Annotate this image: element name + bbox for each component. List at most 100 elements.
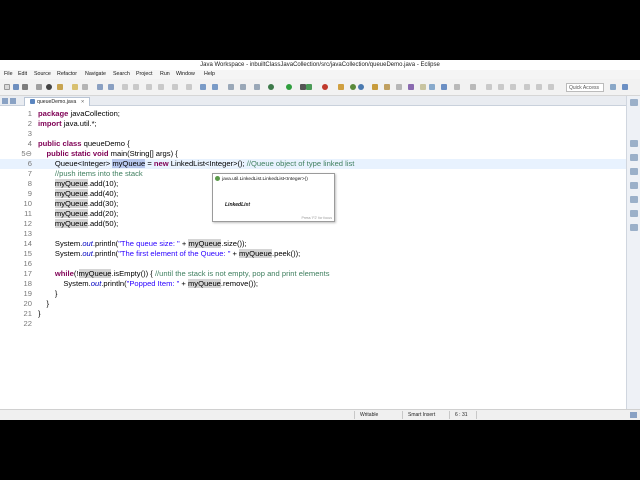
console-view-icon[interactable] [630, 210, 638, 217]
save-icon[interactable] [13, 84, 19, 90]
status-writable: Writable [360, 412, 379, 418]
show-whitespace-icon[interactable] [441, 84, 447, 90]
menu-run[interactable]: Run [160, 70, 170, 79]
drop-frame-icon[interactable] [254, 84, 260, 90]
back-history-icon[interactable] [498, 84, 504, 90]
navigate-back-icon[interactable] [524, 84, 530, 90]
skip-breakpoints-icon[interactable] [228, 84, 234, 90]
code-text: Queue<Integer> myQueue = new LinkedList<… [38, 159, 355, 168]
tab-queuedemo-java[interactable]: queueDemo.java ✕ [24, 97, 91, 106]
external-tools-icon[interactable] [322, 84, 328, 90]
outline-icon[interactable] [200, 84, 206, 90]
code-line-current: 6 Queue<Integer> myQueue = new LinkedLis… [0, 159, 626, 169]
autocomplete-item[interactable]: java.util.LinkedList.LinkedList<Integer>… [215, 176, 332, 184]
open-task-icon[interactable] [72, 84, 78, 90]
new-class-icon[interactable] [358, 84, 364, 90]
search-icon[interactable] [82, 84, 88, 90]
back-icon[interactable] [158, 84, 164, 90]
toggle-mark-icon[interactable] [97, 84, 103, 90]
status-separator [449, 411, 450, 419]
line-number: 18 [23, 279, 32, 288]
progress-icon[interactable] [630, 412, 637, 418]
outline-view-icon[interactable] [630, 140, 638, 147]
autocomplete-popup: java.util.LinkedList.LinkedList<Integer>… [212, 173, 335, 222]
open-declaration-icon[interactable] [384, 84, 390, 90]
next-annotation-icon[interactable] [133, 84, 139, 90]
toggle-comment-icon[interactable] [396, 84, 402, 90]
previous-annotation-icon[interactable] [470, 84, 476, 90]
last-edit-location-icon[interactable] [486, 84, 492, 90]
word-wrap-icon[interactable] [420, 84, 426, 90]
status-separator [476, 411, 477, 419]
code-line: 4 public class queueDemo { [0, 139, 626, 149]
open-type-hierarchy-icon[interactable] [372, 84, 378, 90]
progress-view-icon[interactable] [630, 224, 638, 231]
menu-source[interactable]: Source [34, 70, 51, 79]
toggle-block-icon[interactable] [108, 84, 114, 90]
status-insert-mode: Smart Insert [408, 412, 436, 418]
line-number: 8 [27, 179, 32, 188]
restore-icon[interactable] [630, 99, 638, 106]
pin-icon[interactable] [122, 84, 128, 90]
new-java-project-icon[interactable] [338, 84, 344, 90]
menu-search[interactable]: Search [113, 70, 130, 79]
line-number: 13 [23, 229, 32, 238]
code-editor[interactable]: 1 package javaCollection; 2 import java.ut… [0, 107, 626, 409]
print-icon[interactable] [36, 84, 42, 90]
line-number: 12 [23, 219, 32, 228]
java-perspective-icon[interactable] [622, 84, 628, 90]
run-icon[interactable] [286, 84, 292, 90]
line-number: 6 [27, 159, 32, 168]
minimize-icon[interactable] [2, 98, 8, 104]
line-number: 22 [23, 319, 32, 328]
debug-config-icon[interactable] [46, 84, 52, 90]
problems-view-icon[interactable] [630, 168, 638, 175]
navigate-forward-icon[interactable] [536, 84, 542, 90]
pin-editor-icon[interactable] [548, 84, 554, 90]
code-text: System.out.println("The first element of… [38, 249, 301, 258]
code-line: 16 [0, 259, 626, 269]
debug-icon[interactable] [268, 84, 274, 90]
menu-project[interactable]: Project [136, 70, 153, 79]
autocomplete-description: LinkedList [225, 202, 251, 208]
save-all-icon[interactable] [22, 84, 28, 90]
maximize-icon[interactable] [10, 98, 16, 104]
step-icon[interactable] [240, 84, 246, 90]
hierarchy-icon[interactable] [212, 84, 218, 90]
code-text: while(!myQueue.isEmpty()) { //until the … [54, 269, 330, 278]
code-line: 18 System.out.println("Popped Item: " + … [0, 279, 626, 289]
menu-navigate[interactable]: Navigate [85, 70, 106, 79]
new-package-icon[interactable] [350, 84, 356, 90]
coverage-icon[interactable] [306, 84, 312, 90]
forward-history-icon[interactable] [510, 84, 516, 90]
last-edit-icon[interactable] [186, 84, 192, 90]
toolbar: Quick Access [0, 79, 640, 96]
quick-access-input[interactable]: Quick Access [566, 83, 604, 92]
code-line: 3 [0, 129, 626, 139]
menu-edit[interactable]: Edit [18, 70, 27, 79]
window-title: Java Workspace - inbuiltClassJavaCollect… [0, 60, 640, 70]
menu-window[interactable]: Window [176, 70, 195, 79]
menu-file[interactable]: File [4, 70, 13, 79]
declaration-view-icon[interactable] [630, 196, 638, 203]
line-number: 11 [24, 209, 32, 218]
mark-occurrences-icon[interactable] [408, 84, 414, 90]
menu-refactor[interactable]: Refactor [57, 70, 77, 79]
menu-help[interactable]: Help [204, 70, 215, 79]
code-line: 14 System.out.println("The queue size: "… [0, 239, 626, 249]
new-icon[interactable] [4, 84, 10, 90]
code-text: System.out.println("Popped Item: " + myQ… [38, 279, 259, 288]
block-selection-icon[interactable] [429, 84, 435, 90]
prev-edit-icon[interactable] [146, 84, 152, 90]
next-annotation-2-icon[interactable] [454, 84, 460, 90]
forward-icon[interactable] [172, 84, 178, 90]
code-line: 15 System.out.println("The first element… [0, 249, 626, 259]
task-list-icon[interactable] [630, 154, 638, 161]
line-number: 21 [23, 309, 32, 318]
close-tab-icon[interactable]: ✕ [81, 99, 85, 104]
code-line: 5⊖ public static void main(String[] args… [0, 149, 626, 159]
line-number: 4 [27, 139, 32, 148]
open-perspective-icon[interactable] [610, 84, 616, 90]
open-type-icon[interactable] [57, 84, 63, 90]
javadoc-view-icon[interactable] [630, 182, 638, 189]
